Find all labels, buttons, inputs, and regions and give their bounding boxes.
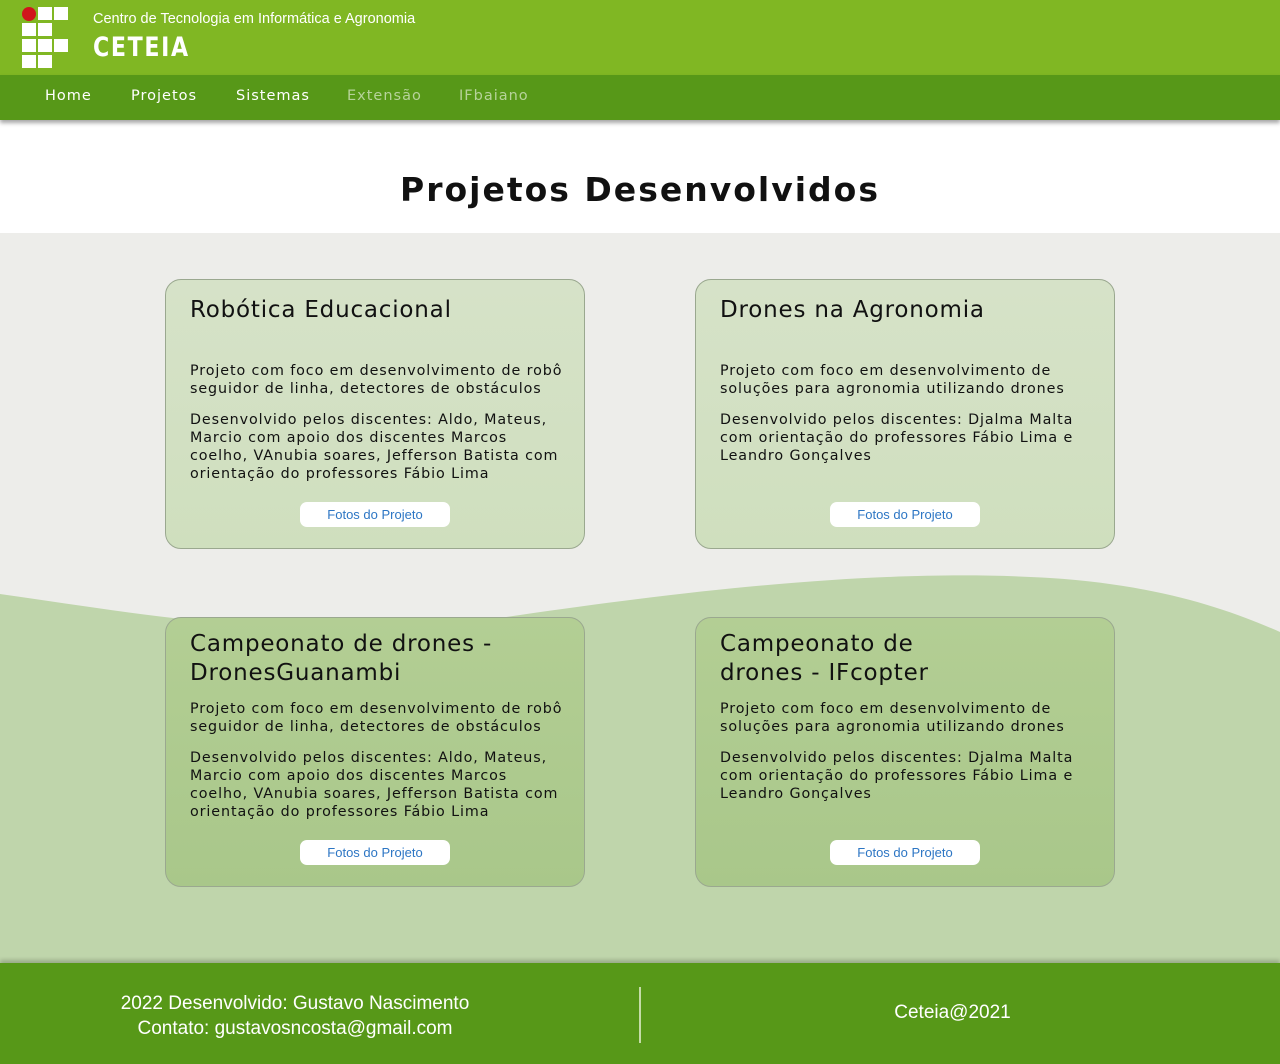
card-description: Projeto com foco em desenvolvimento de r… — [190, 701, 563, 735]
card-credits: Desenvolvido pelos discentes: Djalma Mal… — [720, 750, 1074, 802]
card-credits: Desenvolvido pelos discentes: Aldo, Mate… — [190, 750, 559, 820]
project-card-drones-guanambi: Campeonato de drones - DronesGuanambi Pr… — [165, 617, 585, 887]
project-photos-button[interactable]: Fotos do Projeto — [830, 840, 980, 865]
brand-name[interactable]: CETEIA — [93, 32, 190, 63]
project-photos-button[interactable]: Fotos do Projeto — [300, 840, 450, 865]
project-card-drones-agronomia: Drones na Agronomia Projeto com foco em … — [695, 279, 1115, 549]
footer-divider — [639, 987, 641, 1043]
card-credits: Desenvolvido pelos discentes: Aldo, Mate… — [190, 412, 559, 482]
nav-item-extensao[interactable]: Extensão — [347, 88, 422, 104]
project-photos-button[interactable]: Fotos do Projeto — [300, 502, 450, 527]
nav-item-home[interactable]: Home — [45, 88, 92, 104]
logo-red-dot — [22, 7, 36, 21]
footer-contact-email[interactable]: Contato: gustavosncosta@gmail.com — [100, 1016, 490, 1041]
nav-item-ifbaiano[interactable]: IFbaiano — [459, 88, 529, 104]
project-card-ifcopter: Campeonato de drones - IFcopter Projeto … — [695, 617, 1115, 887]
project-photos-button[interactable]: Fotos do Projeto — [830, 502, 980, 527]
project-card-robotica: Robótica Educacional Projeto com foco em… — [165, 279, 585, 549]
card-description: Projeto com foco em desenvolvimento de s… — [720, 701, 1065, 735]
site-footer: 2022 Desenvolvido: Gustavo Nascimento Co… — [0, 963, 1280, 1064]
nav-item-projetos[interactable]: Projetos — [131, 88, 197, 104]
footer-credits: 2022 Desenvolvido: Gustavo Nascimento Co… — [100, 991, 490, 1041]
org-name: Centro de Tecnologia em Informática e Ag… — [93, 11, 416, 27]
card-title: Robótica Educacional — [190, 297, 452, 323]
card-title: Drones na Agronomia — [720, 297, 985, 323]
ifbaiano-logo-icon[interactable] — [22, 7, 68, 69]
card-title: Campeonato de drones - IFcopter — [720, 631, 929, 686]
card-description: Projeto com foco em desenvolvimento de s… — [720, 363, 1065, 397]
footer-developer: 2022 Desenvolvido: Gustavo Nascimento — [120, 993, 470, 1014]
site-header: Centro de Tecnologia em Informática e Ag… — [0, 0, 1280, 75]
card-title: Campeonato de drones - DronesGuanambi — [190, 631, 493, 686]
footer-copyright: Ceteia@2021 — [894, 1002, 1011, 1023]
card-credits: Desenvolvido pelos discentes: Djalma Mal… — [720, 412, 1074, 464]
nav-item-sistemas[interactable]: Sistemas — [236, 88, 310, 104]
page-title: Projetos Desenvolvidos — [400, 170, 880, 209]
card-description: Projeto com foco em desenvolvimento de r… — [190, 363, 563, 397]
main-nav: Home Projetos Sistemas Extensão IFbaiano — [0, 75, 1280, 120]
